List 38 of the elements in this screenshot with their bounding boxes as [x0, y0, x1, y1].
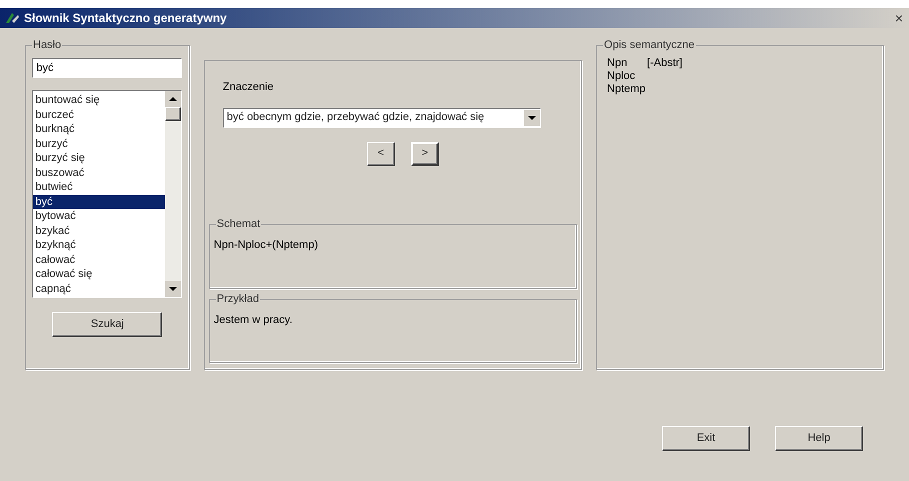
semantic-name: Nploc: [607, 70, 636, 83]
next-button[interactable]: >: [410, 142, 439, 166]
list-item[interactable]: bzyknąć: [33, 238, 166, 252]
list-item[interactable]: buszować: [33, 166, 166, 180]
list-item[interactable]: całować się: [33, 267, 166, 282]
scroll-down-icon[interactable]: [165, 281, 182, 297]
list-item[interactable]: być: [33, 194, 166, 209]
scroll-up-icon[interactable]: [165, 91, 182, 107]
list-item[interactable]: bzykać: [33, 224, 166, 238]
meaning-dropdown[interactable]: być obecnym gdzie, przebywać gdzie, znajdować się: [222, 108, 541, 128]
group-label: Schemat: [216, 216, 262, 230]
group-label: Przykład: [216, 292, 260, 306]
list-item[interactable]: burzyć: [33, 136, 166, 151]
list-item[interactable]: capnąć: [33, 282, 166, 296]
list-item[interactable]: bytować: [33, 209, 166, 224]
scrollbar[interactable]: [165, 91, 182, 297]
example-text: Jestem w pracy.: [214, 314, 292, 326]
list-item[interactable]: całować: [33, 252, 166, 267]
search-button[interactable]: Szukaj: [52, 312, 162, 337]
word-field[interactable]: być: [32, 58, 182, 78]
semantic-name: Nptemp: [607, 83, 647, 96]
previous-button[interactable]: <: [366, 142, 395, 166]
dialog-button[interactable]: Exit: [662, 426, 750, 451]
window-title: Słownik Syntaktyczno generatywny: [24, 10, 227, 27]
list-item[interactable]: burczeć: [33, 108, 166, 122]
meaning-label: Znaczenie: [222, 80, 275, 95]
semantic-value: [-Abstr]: [647, 57, 682, 70]
list-item[interactable]: burknąć: [33, 122, 166, 136]
app-icon: [4, 11, 20, 25]
dialog-button[interactable]: Help: [775, 426, 863, 451]
list-item[interactable]: butwieć: [33, 180, 166, 194]
schema-text: Npn-Nploc+(Nptemp): [214, 238, 318, 250]
scroll-thumb[interactable]: [165, 107, 182, 121]
group-label: Opis semantyczne: [603, 38, 696, 52]
semantic-name: Npn: [607, 57, 628, 70]
list-item[interactable]: buntować się: [33, 93, 166, 108]
list-item[interactable]: burzyć się: [33, 151, 166, 166]
close-button[interactable]: ×: [892, 11, 905, 25]
